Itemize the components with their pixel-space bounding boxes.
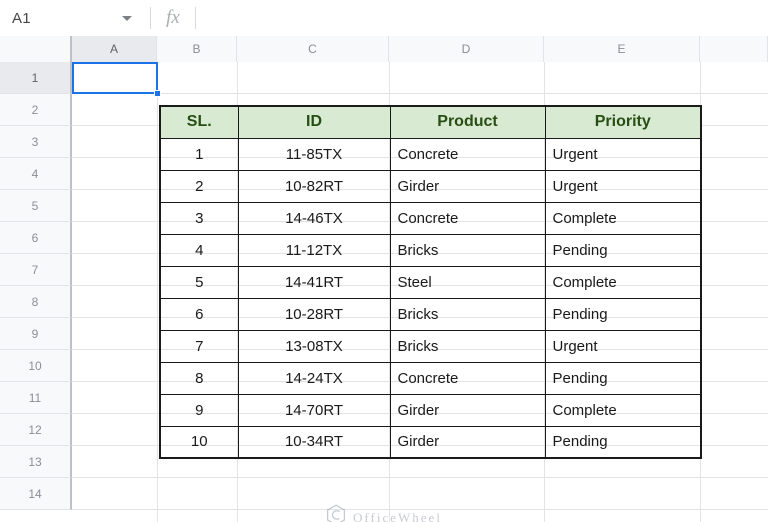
- cell-id[interactable]: 11-12TX: [237, 233, 391, 267]
- hexagon-logo-icon: [326, 504, 346, 522]
- cell-product[interactable]: Bricks: [389, 329, 546, 363]
- row-header-8[interactable]: 8: [0, 286, 72, 318]
- row-header-7[interactable]: 7: [0, 254, 72, 286]
- table-row[interactable]: 8 14-24TX Concrete Pending: [159, 361, 702, 395]
- column-header-a[interactable]: A: [72, 36, 157, 62]
- cell-sl[interactable]: 7: [159, 329, 239, 363]
- selected-cell-a1[interactable]: [72, 62, 158, 94]
- watermark-text: OfficeWheel: [353, 509, 442, 522]
- cell-id[interactable]: 10-34RT: [237, 425, 391, 459]
- cell-sl[interactable]: 5: [159, 265, 239, 299]
- column-header-c[interactable]: C: [237, 36, 389, 62]
- cell-priority[interactable]: Urgent: [544, 137, 702, 171]
- cell-priority[interactable]: Complete: [544, 265, 702, 299]
- formula-input[interactable]: [196, 0, 768, 36]
- cell-product[interactable]: Concrete: [389, 201, 546, 235]
- row-header-9[interactable]: 9: [0, 318, 72, 350]
- table-row[interactable]: 7 13-08TX Bricks Urgent: [159, 329, 702, 363]
- cell-id[interactable]: 14-70RT: [237, 393, 391, 427]
- cell-id[interactable]: 14-24TX: [237, 361, 391, 395]
- row-header-3[interactable]: 3: [0, 126, 72, 158]
- row-header-5[interactable]: 5: [0, 190, 72, 222]
- column-header-product[interactable]: Product: [389, 105, 546, 139]
- column-header-priority[interactable]: Priority: [544, 105, 702, 139]
- column-header-e[interactable]: E: [544, 36, 700, 62]
- cell-priority[interactable]: Pending: [544, 233, 702, 267]
- cell-priority[interactable]: Pending: [544, 297, 702, 331]
- column-header-b[interactable]: B: [157, 36, 237, 62]
- cell-priority[interactable]: Urgent: [544, 329, 702, 363]
- table-row[interactable]: 5 14-41RT Steel Complete: [159, 265, 702, 299]
- row-header-10[interactable]: 10: [0, 350, 72, 382]
- table-row[interactable]: 3 14-46TX Concrete Complete: [159, 201, 702, 235]
- cell-product[interactable]: Girder: [389, 393, 546, 427]
- cell-sl[interactable]: 10: [159, 425, 239, 459]
- cell-sl[interactable]: 9: [159, 393, 239, 427]
- cell-id[interactable]: 14-46TX: [237, 201, 391, 235]
- column-header-d[interactable]: D: [389, 36, 544, 62]
- cell-id[interactable]: 10-82RT: [237, 169, 391, 203]
- chevron-down-icon[interactable]: [122, 16, 132, 21]
- table-row[interactable]: 4 11-12TX Bricks Pending: [159, 233, 702, 267]
- gridline-ab: [157, 62, 158, 522]
- cell-sl[interactable]: 6: [159, 297, 239, 331]
- table-header-row: SL. ID Product Priority: [159, 105, 702, 139]
- column-header-row: A B C D E: [0, 36, 768, 62]
- column-header-id[interactable]: ID: [237, 105, 391, 139]
- cell-priority[interactable]: Urgent: [544, 169, 702, 203]
- cell-id[interactable]: 10-28RT: [237, 297, 391, 331]
- cell-product[interactable]: Girder: [389, 425, 546, 459]
- row-header-12[interactable]: 12: [0, 414, 72, 446]
- row-header-1[interactable]: 1: [0, 62, 72, 94]
- cell-product[interactable]: Bricks: [389, 233, 546, 267]
- cell-sl[interactable]: 4: [159, 233, 239, 267]
- select-all-corner[interactable]: [0, 36, 72, 62]
- formula-bar: A1 fx: [0, 0, 768, 36]
- gridline-row13: [72, 477, 768, 478]
- cell-product[interactable]: Steel: [389, 265, 546, 299]
- table-row[interactable]: 1 11-85TX Concrete Urgent: [159, 137, 702, 171]
- table-row[interactable]: 9 14-70RT Girder Complete: [159, 393, 702, 427]
- watermark: OfficeWheel: [0, 504, 768, 522]
- cell-id[interactable]: 14-41RT: [237, 265, 391, 299]
- name-box-value: A1: [12, 9, 31, 27]
- row-header-11[interactable]: 11: [0, 382, 72, 414]
- row-header-2[interactable]: 2: [0, 94, 72, 126]
- cell-id[interactable]: 13-08TX: [237, 329, 391, 363]
- name-box[interactable]: A1: [0, 0, 150, 36]
- row-header-13[interactable]: 13: [0, 446, 72, 478]
- data-table: SL. ID Product Priority 1 11-85TX Concre…: [159, 105, 702, 459]
- cell-id[interactable]: 11-85TX: [237, 137, 391, 171]
- cell-product[interactable]: Girder: [389, 169, 546, 203]
- cell-sl[interactable]: 8: [159, 361, 239, 395]
- cell-sl[interactable]: 3: [159, 201, 239, 235]
- table-row[interactable]: 10 10-34RT Girder Pending: [159, 425, 702, 459]
- spreadsheet-app: A1 fx A B C D E 1 2 3 4 5 6 7 8 9 10 11 …: [0, 0, 768, 522]
- cell-sl[interactable]: 1: [159, 137, 239, 171]
- gridline-row1: [72, 93, 768, 94]
- cell-priority[interactable]: Complete: [544, 201, 702, 235]
- cell-sl[interactable]: 2: [159, 169, 239, 203]
- column-header-sl[interactable]: SL.: [159, 105, 239, 139]
- cell-priority[interactable]: Complete: [544, 393, 702, 427]
- cell-product[interactable]: Concrete: [389, 137, 546, 171]
- cell-product[interactable]: Concrete: [389, 361, 546, 395]
- fx-icon: fx: [166, 7, 180, 28]
- cell-priority[interactable]: Pending: [544, 425, 702, 459]
- spreadsheet-grid: A B C D E 1 2 3 4 5 6 7 8 9 10 11 12 13 …: [0, 36, 768, 522]
- fill-handle[interactable]: [154, 90, 161, 97]
- cell-product[interactable]: Bricks: [389, 297, 546, 331]
- row-header-6[interactable]: 6: [0, 222, 72, 254]
- column-header-f[interactable]: [700, 36, 768, 62]
- row-header-4[interactable]: 4: [0, 158, 72, 190]
- cell-priority[interactable]: Pending: [544, 361, 702, 395]
- table-row[interactable]: 2 10-82RT Girder Urgent: [159, 169, 702, 203]
- table-row[interactable]: 6 10-28RT Bricks Pending: [159, 297, 702, 331]
